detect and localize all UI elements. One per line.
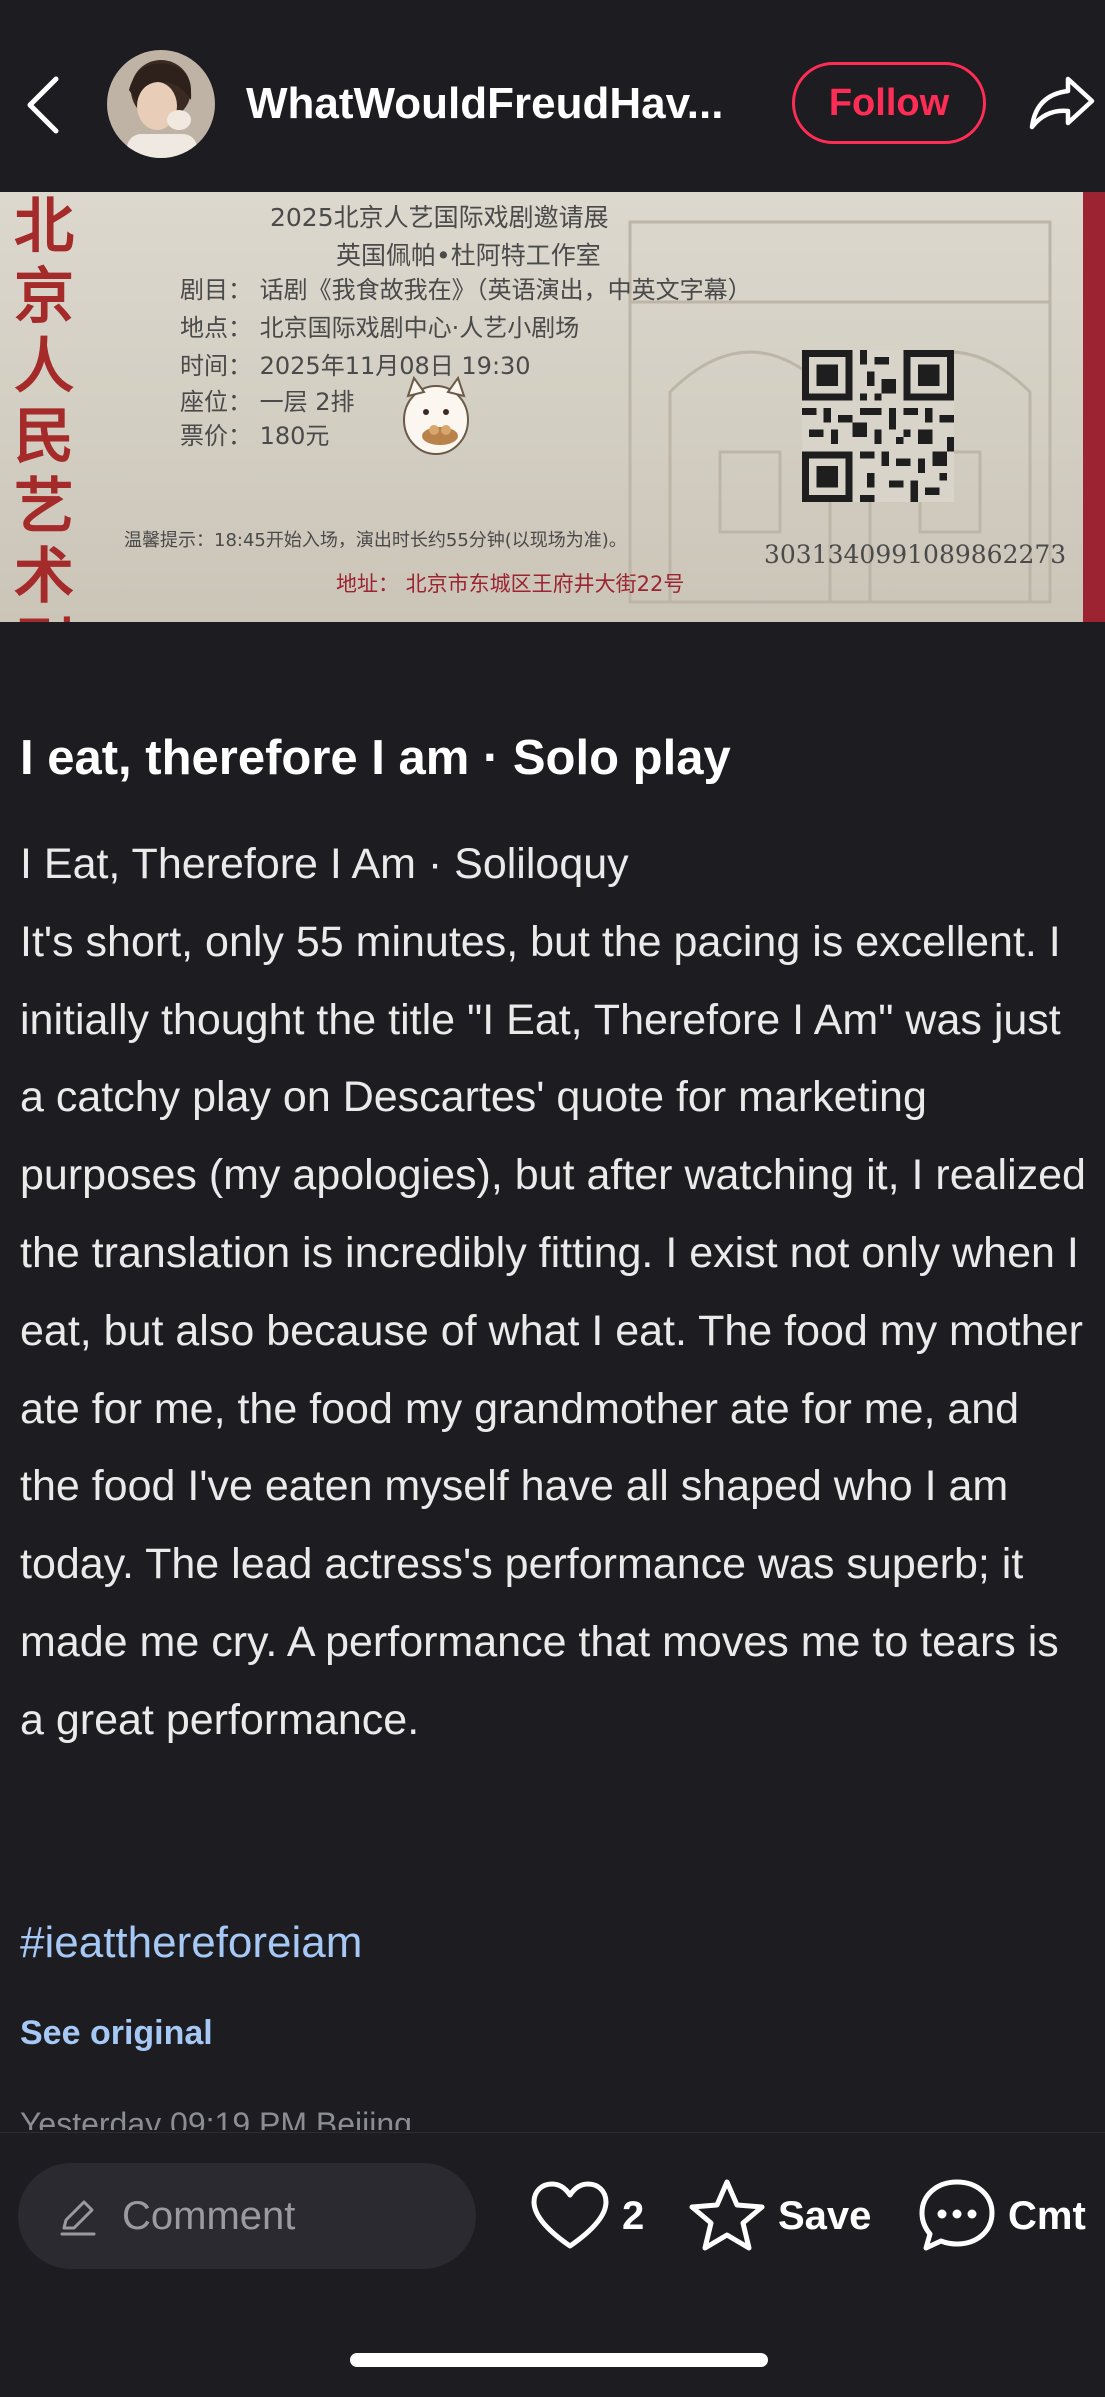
post-text: It's short, only 55 minutes, but the pac…	[20, 917, 1086, 1744]
see-original-link[interactable]: See original	[20, 2014, 213, 2053]
back-icon	[27, 76, 59, 134]
post-image-ticket[interactable]: 北 京 人 民 艺 术 剧 院 2025北京人艺国际戏剧邀请展 英国佩帕•杜阿特…	[0, 192, 1105, 622]
ticket-tip: 温馨提示：18:45开始入场，演出时长约55分钟(以现场为准)。	[124, 530, 627, 551]
post-timestamp: Yesterday 09:19 PM Beijing	[20, 2106, 412, 2130]
like-count: 2	[622, 2193, 645, 2238]
ticket-price: 票价： 180元	[180, 422, 330, 450]
post-body: I Eat, Therefore I Am · Soliloquy It's s…	[20, 826, 1090, 1760]
save-label: Save	[778, 2193, 872, 2238]
post-subtitle: I Eat, Therefore I Am · Soliloquy	[20, 840, 629, 888]
ticket-venue: 地点： 北京国际戏剧中心·人艺小剧场	[180, 314, 580, 342]
back-button[interactable]	[18, 68, 68, 142]
pen-icon	[60, 2200, 96, 2236]
comment-placeholder: Comment	[122, 2193, 296, 2238]
ticket-red-band	[1083, 192, 1105, 622]
cat-mascot-sticker	[403, 375, 469, 455]
ticket-serial-number: 3031340991089862273	[764, 540, 1067, 569]
ticket-play: 剧目： 话剧《我食故我在》（英语演出，中英文字幕）	[180, 276, 752, 304]
ticket-qr-code	[802, 350, 954, 502]
timestamp-row: Yesterday 09:19 PM Beijing	[0, 2094, 1105, 2130]
bottom-action-bar: Comment 2 Save Cmt	[0, 2132, 1105, 2397]
post-title: I eat, therefore I am · Solo play	[20, 731, 731, 785]
ticket-address: 地址： 北京市东城区王府井大街22号	[336, 572, 685, 596]
ticket-seat: 座位： 一层 2排	[180, 388, 355, 416]
comment-input[interactable]: Comment	[18, 2163, 476, 2269]
username[interactable]: WhatWouldFreudHav...	[246, 72, 766, 136]
share-icon	[1029, 76, 1095, 130]
like-button[interactable]: 2	[530, 2173, 644, 2259]
ticket-company: 英国佩帕•杜阿特工作室	[336, 241, 601, 270]
star-icon	[689, 2179, 765, 2251]
ticket-event-title: 2025北京人艺国际戏剧邀请展	[270, 203, 609, 232]
share-button[interactable]	[1022, 62, 1102, 142]
avatar[interactable]	[107, 50, 215, 158]
comments-label: Cmt	[1008, 2193, 1086, 2238]
heart-icon	[531, 2181, 609, 2249]
home-indicator[interactable]	[350, 2353, 768, 2367]
save-button[interactable]: Save	[688, 2173, 871, 2259]
comments-button[interactable]: Cmt	[918, 2173, 1086, 2259]
hashtag-link[interactable]: #ieatthereforeiam	[20, 1918, 362, 1968]
follow-button[interactable]: Follow	[792, 62, 986, 144]
post-header: WhatWouldFreudHav... Follow	[0, 0, 1105, 190]
ticket-vertical-title: 北 京 人 民 艺 术 剧 院	[14, 192, 74, 622]
comment-icon	[919, 2179, 995, 2251]
